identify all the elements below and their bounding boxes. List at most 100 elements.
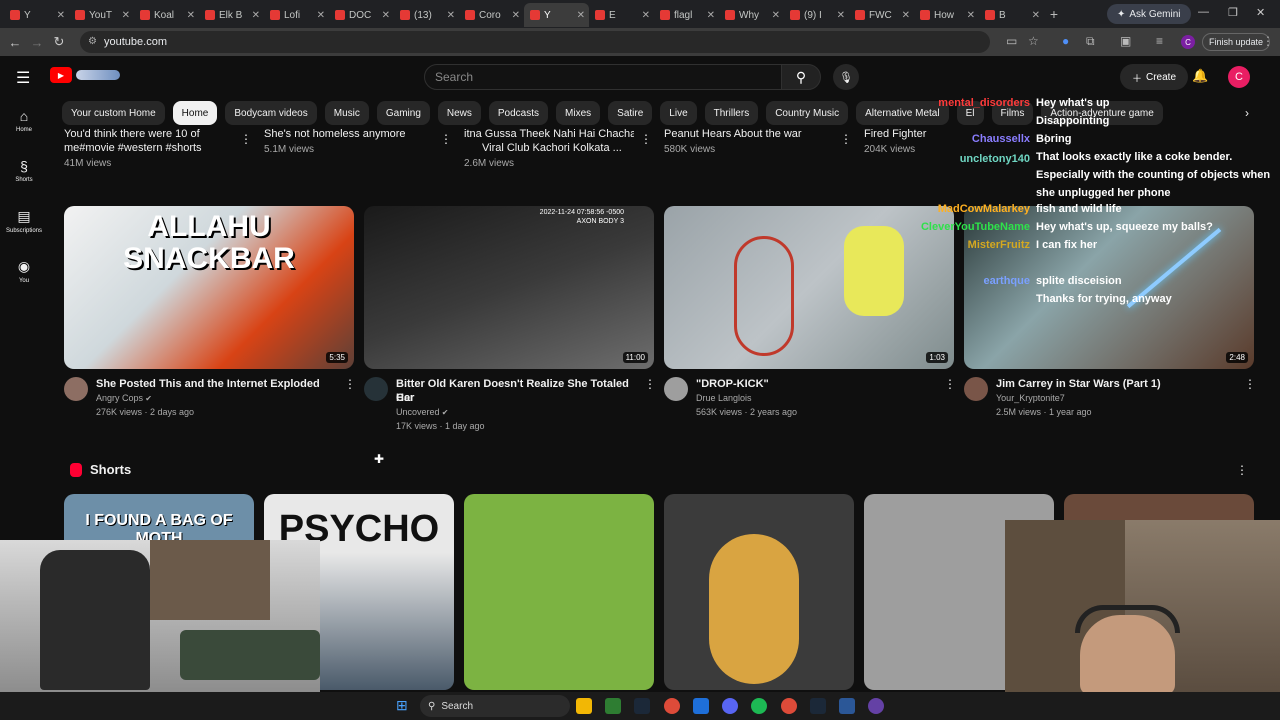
cast-icon[interactable]: ▭ [1006, 34, 1017, 48]
chip[interactable]: Country Music [766, 101, 849, 125]
browser-tab[interactable]: Y ✕ [524, 3, 589, 27]
chip[interactable]: Podcasts [488, 101, 549, 125]
channel-avatar[interactable] [364, 377, 388, 401]
browser-tab[interactable]: (13) ✕ [394, 3, 459, 27]
app4-icon[interactable] [868, 698, 884, 714]
site-info-icon[interactable]: ⚙ [88, 36, 97, 47]
tab-close-icon[interactable]: ✕ [577, 10, 585, 21]
browser-tab[interactable]: flagl ✕ [654, 3, 719, 27]
channel-name[interactable]: Your_Kryptonite7 [996, 393, 1065, 403]
chip[interactable]: News [437, 101, 481, 125]
sidepanel-icon[interactable]: ▣ [1120, 34, 1131, 48]
channel-name-text[interactable]: Angry Cops [96, 393, 143, 403]
browser-menu-icon[interactable]: ⋮ [1262, 34, 1274, 48]
search-input[interactable]: Search [424, 64, 782, 90]
tab-close-icon[interactable]: ✕ [187, 10, 195, 21]
tab-close-icon[interactable]: ✕ [122, 10, 130, 21]
create-button[interactable]: ＋ Create [1120, 64, 1189, 90]
channel-name[interactable]: Drue Langlois [696, 393, 752, 403]
browser-tab[interactable]: B ✕ [979, 3, 1044, 27]
channel-name-text[interactable]: Drue Langlois [696, 393, 752, 403]
channel-avatar[interactable] [64, 377, 88, 401]
app3-icon[interactable] [839, 698, 855, 714]
video-title-line2[interactable]: Car [396, 391, 631, 405]
chip[interactable]: Home [172, 101, 218, 125]
new-tab-icon[interactable]: + [1044, 6, 1064, 22]
chip[interactable]: Mixes [556, 101, 601, 125]
channel-avatar[interactable] [964, 377, 988, 401]
chip[interactable]: Satire [608, 101, 653, 125]
browser-tab[interactable]: DOC ✕ [329, 3, 394, 27]
browser-tab[interactable]: Y ✕ [4, 3, 69, 27]
browser-tab[interactable]: How ✕ [914, 3, 979, 27]
video-menu-icon[interactable]: ⋮ [944, 377, 956, 391]
tab-close-icon[interactable]: ✕ [317, 10, 325, 21]
tab-close-icon[interactable]: ✕ [837, 10, 845, 21]
chrome-icon[interactable] [664, 698, 680, 714]
top-row-menu-icon[interactable]: ⋮ [440, 132, 452, 146]
profile-avatar[interactable]: C [1181, 35, 1195, 49]
search-button[interactable]: ⚲ [781, 64, 821, 90]
shorts-menu-icon[interactable]: ⋮ [1236, 463, 1248, 477]
top-row-title[interactable]: You'd think there were 10 of [64, 127, 234, 141]
sidebar-item-shorts[interactable]: § Shorts [0, 150, 48, 200]
reload-icon[interactable]: ↻ [48, 34, 70, 50]
chip[interactable]: Live [660, 101, 697, 125]
ask-gemini-button[interactable]: ✦ Ask Gemini [1107, 4, 1191, 24]
extension-icon[interactable]: ● [1062, 34, 1069, 48]
maximize-icon[interactable]: ❐ [1228, 6, 1238, 19]
extensions-puzzle-icon[interactable]: ⧉ [1086, 34, 1095, 49]
tab-close-icon[interactable]: ✕ [902, 10, 910, 21]
chip[interactable]: Gaming [376, 101, 430, 125]
forward-icon[interactable]: → [26, 35, 48, 50]
browser-tab[interactable]: Koal ✕ [134, 3, 199, 27]
bookmark-star-icon[interactable]: ☆ [1028, 34, 1039, 48]
sidebar-item-you[interactable]: ◉ You [0, 250, 48, 300]
close-window-icon[interactable]: ✕ [1256, 6, 1265, 19]
file-explorer-icon[interactable] [576, 698, 592, 714]
steam-icon[interactable] [634, 698, 650, 714]
video-thumbnail[interactable]: ALLAHU SNACKBAR 5:35 [64, 206, 354, 369]
channel-name[interactable]: Uncovered ✔ [396, 407, 448, 417]
short-thumbnail[interactable] [464, 494, 654, 690]
chip[interactable]: Thrillers [704, 101, 759, 125]
sidebar-item-subscriptions[interactable]: ▤ Subscriptions [0, 200, 48, 250]
tab-close-icon[interactable]: ✕ [512, 10, 520, 21]
top-row-title[interactable]: She's not homeless anymore [264, 127, 434, 141]
app2-icon[interactable] [693, 698, 709, 714]
taskbar-search[interactable]: ⚲ Search [420, 695, 570, 717]
video-menu-icon[interactable]: ⋮ [344, 377, 356, 391]
short-thumbnail[interactable] [664, 494, 854, 690]
tab-close-icon[interactable]: ✕ [772, 10, 780, 21]
channel-name-text[interactable]: Uncovered [396, 407, 440, 417]
channel-name[interactable]: Angry Cops ✔ [96, 393, 152, 403]
browser-tab[interactable]: Why ✕ [719, 3, 784, 27]
video-title[interactable]: "DROP-KICK" [696, 377, 931, 391]
channel-avatar[interactable] [664, 377, 688, 401]
top-row-menu-icon[interactable]: ⋮ [240, 132, 252, 146]
browser-tab[interactable]: Lofi ✕ [264, 3, 329, 27]
top-row-title[interactable]: itna Gussa Theek Nahi Hai Chacha [464, 127, 634, 141]
sidebar-item-home[interactable]: ⌂ Home [0, 100, 48, 150]
top-row-title[interactable]: Peanut Hears About the war [664, 127, 834, 141]
tab-close-icon[interactable]: ✕ [967, 10, 975, 21]
chip[interactable]: Your custom Home [62, 101, 165, 125]
chrome-active-icon[interactable] [781, 698, 797, 714]
steam2-icon[interactable] [810, 698, 826, 714]
top-row-menu-icon[interactable]: ⋮ [840, 132, 852, 146]
browser-tab[interactable]: YouT ✕ [69, 3, 134, 27]
minimize-icon[interactable]: — [1198, 6, 1209, 18]
tab-close-icon[interactable]: ✕ [1032, 10, 1040, 21]
video-thumbnail[interactable]: 1:03 [664, 206, 954, 369]
spotify-icon[interactable] [751, 698, 767, 714]
back-icon[interactable]: ← [4, 35, 26, 50]
windows-start-icon[interactable]: ⊞ [396, 697, 408, 714]
account-avatar[interactable]: C [1228, 66, 1250, 88]
video-title[interactable]: Jim Carrey in Star Wars (Part 1) [996, 377, 1231, 391]
tab-close-icon[interactable]: ✕ [707, 10, 715, 21]
menu-icon[interactable]: ☰ [16, 68, 30, 88]
top-row-title-line2[interactable]: me#movie #western #shorts [64, 141, 234, 155]
finish-update-button[interactable]: Finish update [1202, 33, 1271, 51]
reading-list-icon[interactable]: ≡ [1156, 34, 1163, 48]
youtube-logo[interactable]: ▶ [50, 67, 120, 83]
